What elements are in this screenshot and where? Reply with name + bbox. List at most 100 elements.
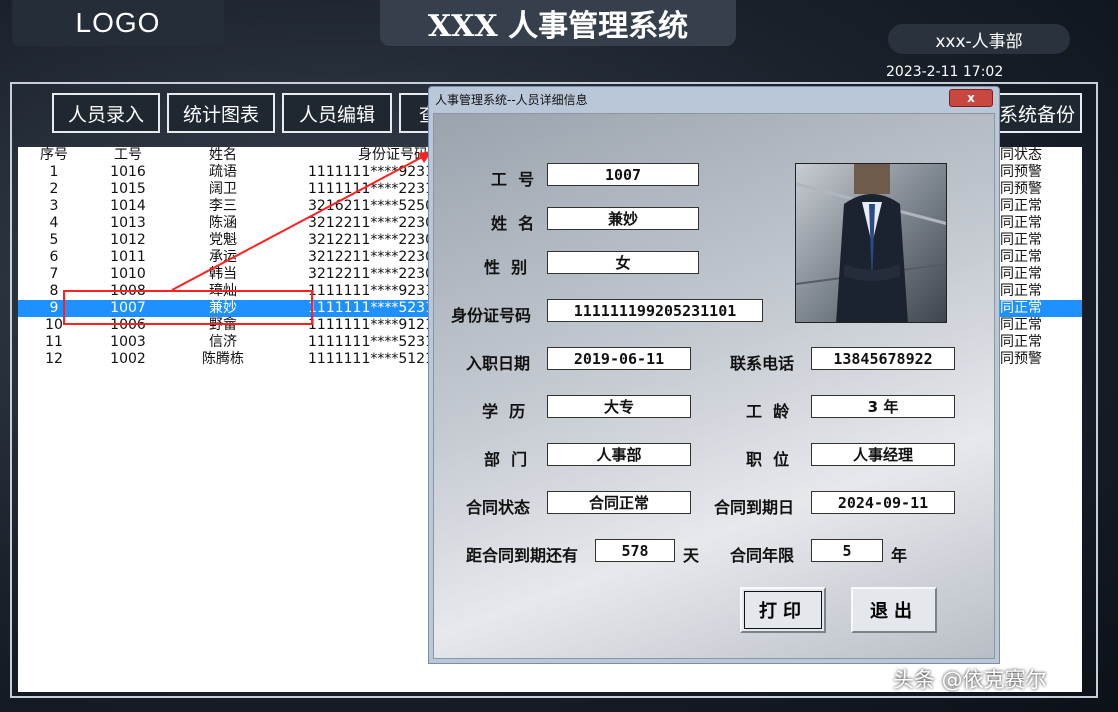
- cell-id: 1015: [110, 181, 146, 197]
- cell-idno: 1111111****5231: [308, 334, 434, 350]
- app-title: XXX 人事管理系统: [380, 0, 736, 46]
- cell-name: 信济: [209, 334, 237, 350]
- cell-seq: 11: [45, 334, 63, 350]
- field-id[interactable]: 1007: [547, 163, 699, 186]
- datetime-label: 2023-2-11 17:02: [886, 64, 1004, 80]
- cell-seq: 4: [49, 215, 59, 231]
- cell-idno: 1111111****9231: [308, 283, 434, 299]
- field-days-left[interactable]: 578: [595, 539, 675, 562]
- cell-status: 同正常: [1000, 317, 1042, 333]
- label-term: 合同年限: [730, 546, 795, 565]
- cell-id: 1016: [110, 164, 146, 180]
- cell-name: 阔卫: [209, 181, 237, 197]
- label-edu: 学 历: [482, 402, 526, 421]
- cell-status: 同正常: [1000, 334, 1042, 350]
- header-name: 姓名: [209, 147, 237, 163]
- label-hire: 入职日期: [466, 354, 531, 373]
- cell-idno: 3216211****5250: [308, 198, 434, 214]
- label-gender: 性 别: [484, 258, 528, 277]
- cell-idno: 3212211****2230: [308, 232, 434, 248]
- cell-status: 同预警: [1000, 351, 1042, 367]
- cell-name: 陈涵: [209, 215, 237, 231]
- print-button[interactable]: 打印: [740, 587, 826, 633]
- label-id: 工 号: [491, 170, 535, 189]
- cell-id: 1008: [110, 283, 146, 299]
- field-phone[interactable]: 13845678922: [811, 347, 955, 370]
- field-name[interactable]: 兼妙: [547, 207, 699, 230]
- cell-idno: 3212211****2230: [308, 215, 434, 231]
- field-hire[interactable]: 2019-06-11: [547, 347, 691, 370]
- cell-id: 1006: [110, 317, 146, 333]
- cell-name: 韩当: [209, 266, 237, 282]
- cell-seq: 10: [45, 317, 63, 333]
- cell-name: 党魁: [209, 232, 237, 248]
- cell-status: 同正常: [1000, 198, 1042, 214]
- cell-idno: 3212211****2230: [308, 266, 434, 282]
- cell-name: 疏语: [209, 164, 237, 180]
- cell-seq: 12: [45, 351, 63, 367]
- edit-button[interactable]: 人员编辑: [282, 93, 392, 133]
- cell-id: 1010: [110, 266, 146, 282]
- cell-idno: 1111111****5121: [308, 351, 434, 367]
- field-term[interactable]: 5: [811, 539, 883, 562]
- cell-id: 1007: [110, 300, 146, 316]
- logo: LOGO: [12, 0, 224, 46]
- cell-seq: 9: [49, 300, 59, 316]
- label-dept: 部 门: [484, 450, 528, 469]
- field-idno[interactable]: 111111199205231101: [547, 299, 763, 322]
- label-days-left: 距合同到期还有: [466, 546, 579, 565]
- field-gender[interactable]: 女: [547, 251, 699, 274]
- exit-button[interactable]: 退出: [851, 587, 937, 633]
- cell-name: 野畲: [209, 317, 237, 333]
- cell-status: 同正常: [1000, 249, 1042, 265]
- cell-idno: 1111111****9231: [308, 164, 434, 180]
- department-label: xxx-人事部: [888, 24, 1070, 54]
- label-position: 职 位: [746, 450, 790, 469]
- cell-id: 1011: [110, 249, 146, 265]
- label-contract-status: 合同状态: [466, 498, 531, 517]
- label-contract-end: 合同到期日: [714, 498, 795, 517]
- label-days-unit: 天: [683, 546, 700, 565]
- header-idno: 身份证号码: [358, 147, 428, 163]
- field-contract-status[interactable]: 合同正常: [547, 491, 691, 514]
- cell-seq: 1: [49, 164, 59, 180]
- cell-id: 1002: [110, 351, 146, 367]
- cell-idno: 1111111****2231: [308, 181, 434, 197]
- label-idno: 身份证号码: [451, 306, 532, 325]
- field-position[interactable]: 人事经理: [811, 443, 955, 466]
- entry-button[interactable]: 人员录入: [52, 93, 160, 133]
- cell-id: 1014: [110, 198, 146, 214]
- field-edu[interactable]: 大专: [547, 395, 691, 418]
- cell-status: 同正常: [1000, 283, 1042, 299]
- backup-button[interactable]: 系统备份: [992, 93, 1082, 133]
- cell-name: 承运: [209, 249, 237, 265]
- cell-id: 1003: [110, 334, 146, 350]
- cell-name: 李三: [209, 198, 237, 214]
- label-seniority: 工 龄: [746, 402, 790, 421]
- cell-id: 1013: [110, 215, 146, 231]
- cell-seq: 8: [49, 283, 59, 299]
- cell-status: 同正常: [1000, 215, 1042, 231]
- field-contract-end[interactable]: 2024-09-11: [811, 491, 955, 514]
- cell-name: 兼妙: [209, 300, 237, 316]
- header-status: 同状态: [1000, 147, 1042, 163]
- label-term-unit: 年: [891, 546, 908, 565]
- field-dept[interactable]: 人事部: [547, 443, 691, 466]
- cell-status: 同预警: [1000, 164, 1042, 180]
- close-button[interactable]: x: [949, 89, 993, 107]
- label-name: 姓 名: [491, 214, 535, 233]
- header-seq: 序号: [40, 147, 68, 163]
- watermark: 头条 @依克赛尔: [893, 668, 1047, 692]
- header-id: 工号: [114, 147, 142, 163]
- charts-button[interactable]: 统计图表: [167, 93, 275, 133]
- cell-seq: 2: [49, 181, 59, 197]
- cell-idno: 3212211****2230: [308, 249, 434, 265]
- dialog-title: 人事管理系统--人员详细信息: [435, 93, 588, 107]
- cell-seq: 3: [49, 198, 59, 214]
- cell-name: 璋灿: [209, 283, 237, 299]
- field-seniority[interactable]: 3 年: [811, 395, 955, 418]
- cell-status: 同正常: [1000, 266, 1042, 282]
- cell-status: 同正常: [1000, 232, 1042, 248]
- cell-seq: 7: [49, 266, 59, 282]
- cell-status: 同预警: [1000, 181, 1042, 197]
